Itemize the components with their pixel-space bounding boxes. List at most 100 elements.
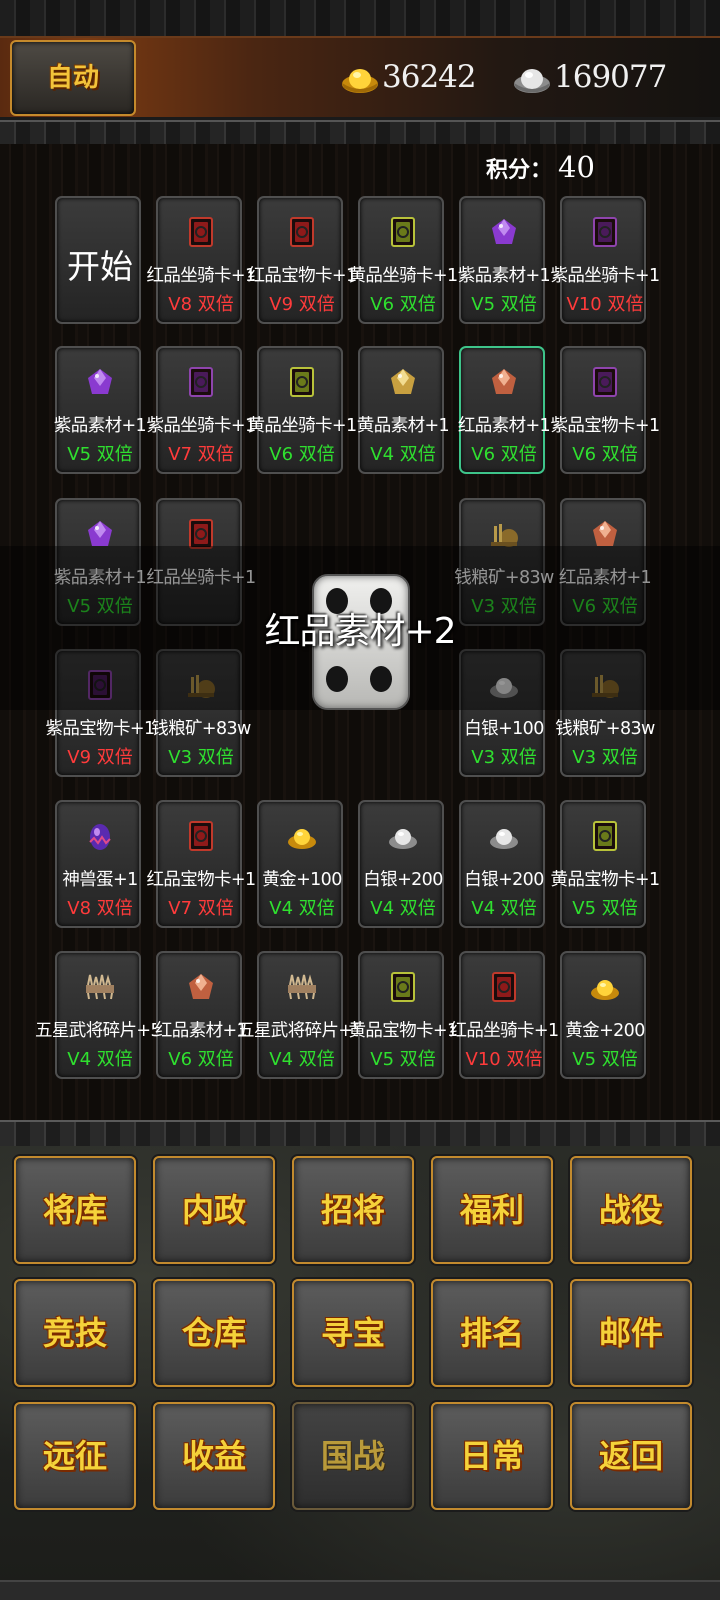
red-card-icon xyxy=(185,216,217,248)
board-cell[interactable]: 黄品素材+1 V4 双倍 xyxy=(357,346,450,474)
board-cell[interactable]: 红品宝物卡+1 V9 双倍 xyxy=(247,196,357,324)
board-cell[interactable]: 白银+200 V4 双倍 xyxy=(358,800,444,928)
auto-button[interactable]: 自动 xyxy=(10,40,136,116)
board-cell[interactable]: 黄金+200 V5 双倍 xyxy=(560,951,646,1079)
cell-vip-multiplier: V6 双倍 xyxy=(572,444,638,465)
cell-vip-multiplier: V5 双倍 xyxy=(572,1049,638,1070)
cell-reward-name: 紫品坐骑卡+1 xyxy=(550,266,660,286)
shard-icon xyxy=(286,971,318,1003)
board-cell[interactable]: 红品素材+1 V6 双倍 xyxy=(458,346,551,474)
menu-button-4[interactable]: 福利 xyxy=(431,1156,553,1264)
menu-button-14[interactable]: 日常 xyxy=(431,1402,553,1510)
gold-counter: 36242 xyxy=(340,54,477,100)
roll-result-text: 红品素材+2 xyxy=(264,611,456,652)
board-cell[interactable]: 紫品坐骑卡+1 V7 双倍 xyxy=(146,346,256,474)
silver-ingot-icon xyxy=(514,69,550,93)
board-cell[interactable]: 红品素材+1 V6 双倍 xyxy=(155,951,248,1079)
menu-button-2[interactable]: 内政 xyxy=(153,1156,275,1264)
screen: 自动 36242 169077 积分： 40 开始 红品坐骑卡+1 V8 双倍 … xyxy=(0,0,720,1600)
cell-vip-multiplier: V5 双倍 xyxy=(572,898,638,919)
board-cell[interactable]: 白银+200 V4 双倍 xyxy=(459,800,545,928)
gold-icon xyxy=(589,971,621,1003)
gold-amount: 36242 xyxy=(382,59,477,95)
cell-vip-multiplier: V4 双倍 xyxy=(370,444,436,465)
cell-vip-multiplier: V5 双倍 xyxy=(471,294,537,315)
egg-icon xyxy=(84,820,116,852)
board-cell[interactable]: 红品坐骑卡+1 V8 双倍 xyxy=(146,196,256,324)
menu-divider xyxy=(0,1120,720,1149)
cell-vip-multiplier: V10 双倍 xyxy=(566,294,644,315)
red-gem-icon xyxy=(488,366,520,398)
yellow-card-icon xyxy=(589,820,621,852)
cell-vip-multiplier: V9 双倍 xyxy=(67,747,133,768)
main-menu: 将库 内政 招将 福利 战役竞技 仓库 寻宝 排名 邮件远征 收益 国战 日常 返回 xyxy=(0,1146,720,1586)
header-bar: 自动 36242 169077 xyxy=(0,36,720,120)
cell-vip-multiplier: V7 双倍 xyxy=(168,898,234,919)
red-card-icon xyxy=(488,971,520,1003)
menu-button-9[interactable]: 排名 xyxy=(431,1279,553,1387)
menu-button-1[interactable]: 将库 xyxy=(14,1156,136,1264)
menu-button-3[interactable]: 招将 xyxy=(292,1156,414,1264)
menu-button-15[interactable]: 返回 xyxy=(570,1402,692,1510)
silver-amount: 169077 xyxy=(554,59,667,95)
silver-icon xyxy=(488,820,520,852)
cell-reward-name: 钱粮矿+83w xyxy=(555,719,655,739)
cell-vip-multiplier: V4 双倍 xyxy=(370,898,436,919)
menu-button-11[interactable]: 远征 xyxy=(14,1402,136,1510)
header-decor-strip xyxy=(0,120,720,146)
board-cell[interactable]: 紫品素材+1 V5 双倍 xyxy=(458,196,551,324)
purple-card-icon xyxy=(589,216,621,248)
cell-vip-multiplier: V6 双倍 xyxy=(471,444,537,465)
yellow-card-icon xyxy=(387,971,419,1003)
board-cell[interactable]: 五星武将碎片+50 V4 双倍 xyxy=(35,951,172,1079)
board-cell[interactable]: 紫品坐骑卡+1 V10 双倍 xyxy=(550,196,660,324)
purple-gem-icon xyxy=(488,216,520,248)
red-card-icon xyxy=(286,216,318,248)
board-cell[interactable]: 黄金+100 V4 双倍 xyxy=(257,800,343,928)
gold-icon xyxy=(286,820,318,852)
yellow-gem-icon xyxy=(387,366,419,398)
board-cell[interactable]: 红品宝物卡+1 V7 双倍 xyxy=(146,800,256,928)
cell-vip-multiplier: V4 双倍 xyxy=(269,898,335,919)
cell-vip-multiplier: V6 双倍 xyxy=(168,1049,234,1070)
board-cell[interactable]: 黄品坐骑卡+1 V6 双倍 xyxy=(348,196,458,324)
board-cell[interactable]: 黄品宝物卡+1 V5 双倍 xyxy=(348,951,458,1079)
cell-vip-multiplier: V3 双倍 xyxy=(572,747,638,768)
cell-vip-multiplier: V8 双倍 xyxy=(168,294,234,315)
start-cell[interactable]: 开始 xyxy=(55,196,141,324)
board-cell[interactable]: 紫品素材+1 V5 双倍 xyxy=(54,346,147,474)
board-cell[interactable]: 黄品坐骑卡+1 V6 双倍 xyxy=(247,346,357,474)
dice-pip xyxy=(370,666,392,692)
board-cell[interactable]: 黄品宝物卡+1 V5 双倍 xyxy=(550,800,660,928)
board-cell[interactable]: 紫品宝物卡+1 V6 双倍 xyxy=(550,346,660,474)
cell-reward-name: 钱粮矿+83w xyxy=(151,719,251,739)
score-value: 40 xyxy=(558,150,595,184)
cell-vip-multiplier: V4 双倍 xyxy=(67,1049,133,1070)
shard-icon xyxy=(84,971,116,1003)
board-area: 积分： 40 开始 红品坐骑卡+1 V8 双倍 红品宝物卡+1 V9 双倍 黄品坐骑卡… xyxy=(0,144,720,1124)
menu-button-7[interactable]: 仓库 xyxy=(153,1279,275,1387)
menu-button-5[interactable]: 战役 xyxy=(570,1156,692,1264)
purple-gem-icon xyxy=(84,366,116,398)
cell-reward-name: 黄品宝物卡+1 xyxy=(550,870,660,890)
silver-icon xyxy=(387,820,419,852)
cell-vip-multiplier: V8 双倍 xyxy=(67,898,133,919)
board-cell[interactable]: 神兽蛋+1 V8 双倍 xyxy=(55,800,141,928)
menu-button-13[interactable]: 国战 xyxy=(292,1402,414,1510)
red-gem-icon xyxy=(185,971,217,1003)
board-cell[interactable]: 红品坐骑卡+1 V10 双倍 xyxy=(449,951,559,1079)
yellow-card-icon xyxy=(286,366,318,398)
cell-vip-multiplier: V7 双倍 xyxy=(168,444,234,465)
menu-button-12[interactable]: 收益 xyxy=(153,1402,275,1510)
menu-button-6[interactable]: 竞技 xyxy=(14,1279,136,1387)
menu-button-10[interactable]: 邮件 xyxy=(570,1279,692,1387)
board-cell[interactable]: 五星武将碎片+50 V4 双倍 xyxy=(237,951,374,1079)
start-label: 开始 xyxy=(67,247,133,286)
score-label: 积分： xyxy=(486,158,553,183)
silver-counter: 169077 xyxy=(512,54,667,100)
cell-reward-name: 紫品宝物卡+1 xyxy=(550,416,660,436)
cell-vip-multiplier: V10 双倍 xyxy=(465,1049,543,1070)
cell-vip-multiplier: V5 双倍 xyxy=(370,1049,436,1070)
menu-button-8[interactable]: 寻宝 xyxy=(292,1279,414,1387)
cell-vip-multiplier: V6 双倍 xyxy=(269,444,335,465)
